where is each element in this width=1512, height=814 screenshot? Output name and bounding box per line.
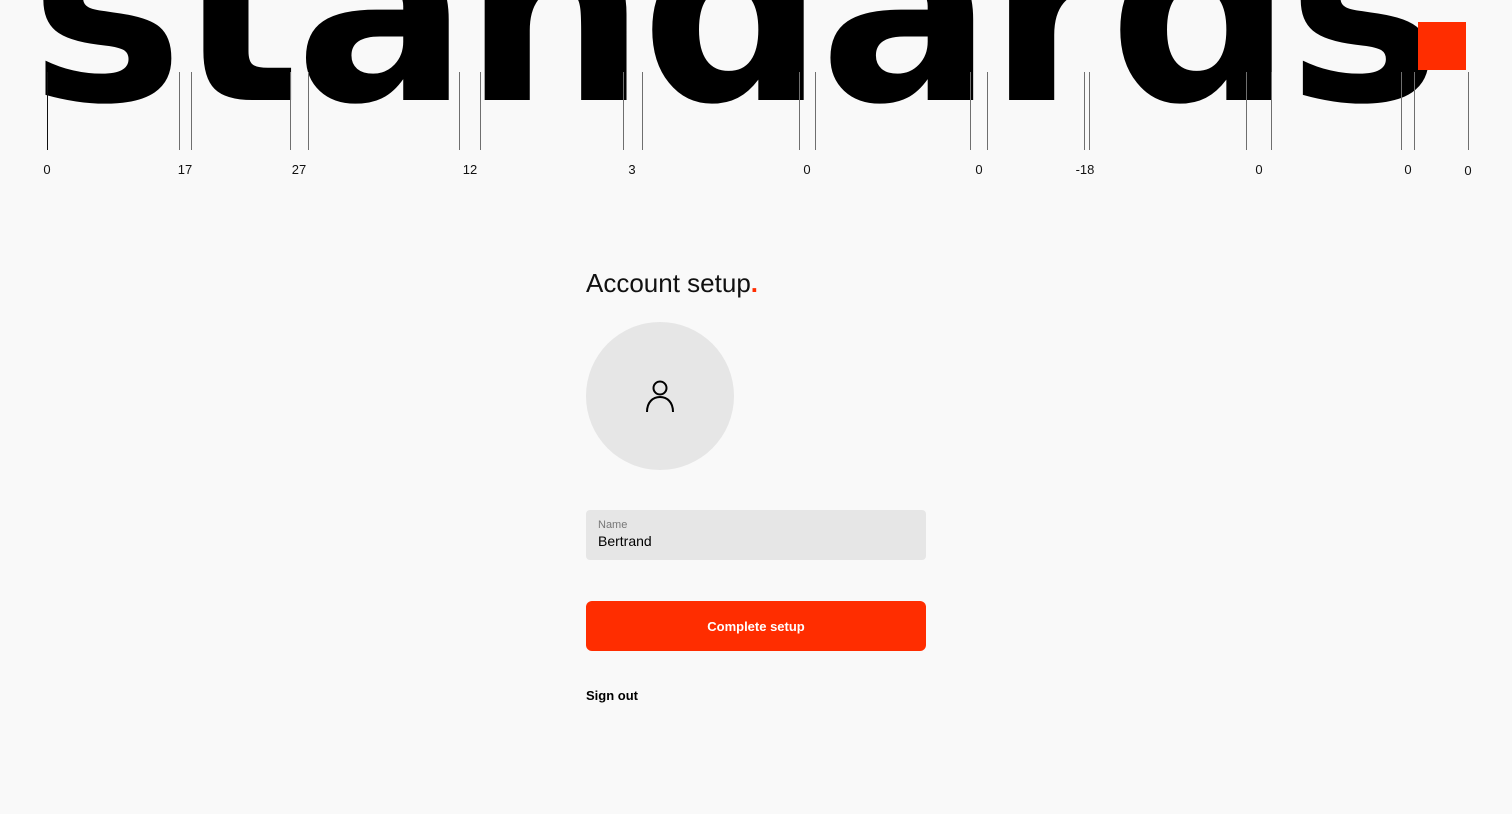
account-setup-form: Account setup. Name Complete setup Sign … — [586, 268, 926, 705]
ruler-value: 0 — [975, 162, 983, 177]
ruler-line — [987, 72, 988, 150]
complete-setup-button[interactable]: Complete setup — [586, 601, 926, 651]
ruler-value: 12 — [462, 162, 478, 177]
ruler-value: 0 — [1404, 162, 1412, 177]
ruler-line — [642, 72, 643, 150]
ruler-value: 17 — [177, 162, 193, 177]
name-input[interactable] — [598, 532, 914, 550]
ruler-line — [1401, 72, 1402, 150]
ruler-value: 3 — [628, 162, 636, 177]
ruler-line — [191, 72, 192, 150]
ruler-value: 0 — [803, 162, 811, 177]
ruler-value: 0 — [1464, 163, 1472, 178]
ruler-line — [623, 72, 624, 150]
sign-out-link[interactable]: Sign out — [586, 688, 638, 703]
ruler-line — [1414, 72, 1415, 150]
ruler-line — [799, 72, 800, 150]
ruler-line — [459, 72, 460, 150]
ruler-line — [47, 72, 48, 150]
ruler-line — [970, 72, 971, 150]
ruler-line — [1089, 72, 1090, 150]
ruler-line — [290, 72, 291, 150]
page-title: Account setup. — [586, 268, 926, 298]
ruler-line — [179, 72, 180, 150]
ruler-line — [1271, 72, 1272, 150]
ruler-line — [1246, 72, 1247, 150]
kerning-ruler: 0 17 27 12 3 0 0 -18 0 0 0 — [0, 0, 1512, 190]
ruler-line — [815, 72, 816, 150]
page-title-dot: . — [750, 268, 759, 298]
ruler-value: 27 — [291, 162, 307, 177]
ruler-line — [480, 72, 481, 150]
ruler-line — [1084, 72, 1085, 150]
avatar-upload[interactable] — [586, 322, 734, 470]
ruler-value: -18 — [1075, 162, 1095, 177]
ruler-line — [1468, 72, 1469, 150]
user-icon — [646, 380, 674, 413]
page-title-text: Account setup — [586, 268, 751, 298]
ruler-value: 0 — [43, 162, 51, 177]
ruler-line — [308, 72, 309, 150]
account-setup-page: standards 0 17 27 12 3 0 0 -18 0 0 0 Acc… — [0, 0, 1512, 814]
name-field[interactable]: Name — [586, 510, 926, 560]
ruler-value: 0 — [1255, 162, 1263, 177]
name-field-label: Name — [598, 519, 628, 531]
